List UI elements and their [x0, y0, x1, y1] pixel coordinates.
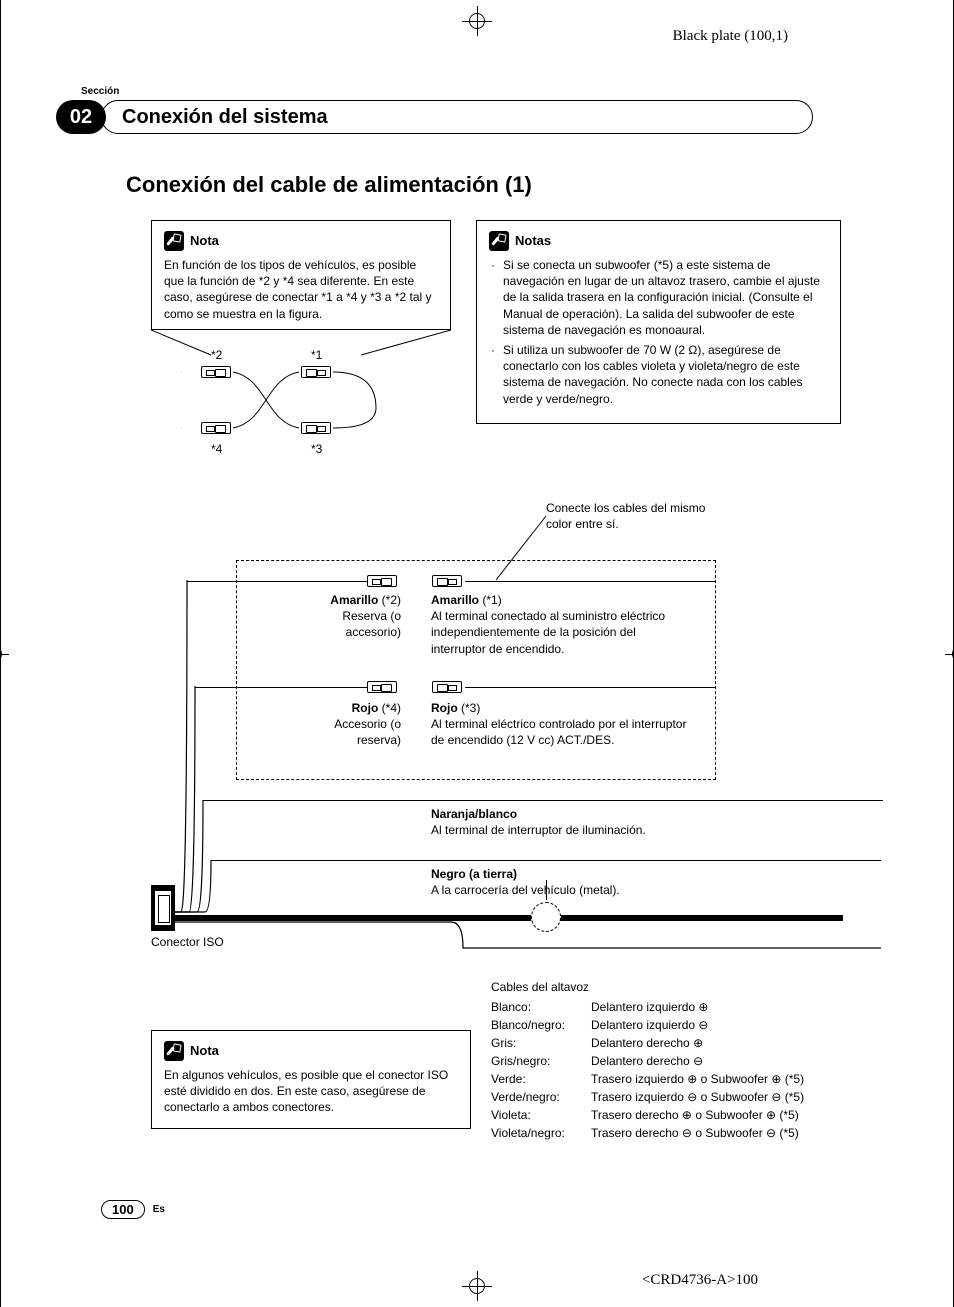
- wire-amarillo1: Amarillo (*1) Al terminal conectado al s…: [431, 592, 691, 657]
- note1-title: Nota: [190, 232, 219, 250]
- table-row: Violeta:Trasero derecho ⊕ o Subwoofer ⊕ …: [491, 1106, 891, 1124]
- note3-title: Nota: [190, 1042, 219, 1060]
- wire-rojo3: Rojo (*3) Al terminal eléctrico controla…: [431, 700, 691, 749]
- section-label: Sección: [81, 86, 119, 97]
- wiring-diagram: Amarillo (*2) Reserva (o accesorio) Amar…: [151, 560, 843, 975]
- note2-title: Notas: [515, 232, 551, 250]
- connector-icon: [367, 575, 397, 587]
- page-lang: Es: [153, 1204, 165, 1215]
- content-area: Black plate (100,1) Sección 02 Conexión …: [56, 0, 898, 1307]
- crop-left: [0, 639, 9, 669]
- page-number-value: 100: [101, 1200, 145, 1219]
- cable-tie-icon: [531, 902, 561, 932]
- pencil-icon: [164, 231, 184, 251]
- section-title: Conexión del sistema: [101, 100, 813, 134]
- table-row: Verde:Trasero izquierdo ⊕ o Subwoofer ⊕ …: [491, 1070, 891, 1088]
- page-number: 100 Es: [101, 1200, 165, 1219]
- note-box-3: Nota En algunos vehículos, es posible qu…: [151, 1030, 471, 1129]
- iso-connector-icon: [151, 885, 175, 931]
- connector-icon: [367, 681, 397, 693]
- tie-pointer-icon: [546, 880, 547, 900]
- table-row: Gris/negro:Delantero derecho ⊖: [491, 1052, 891, 1070]
- speaker-head: Cables del altavoz: [491, 978, 891, 996]
- footer-code: <CRD4736-A>100: [642, 1272, 758, 1289]
- table-row: Blanco/negro:Delantero izquierdo ⊖: [491, 1016, 891, 1034]
- callout-line-icon: [151, 330, 451, 360]
- speaker-curve-icon: [151, 912, 891, 982]
- note2-item-1: Si utiliza un subwoofer de 70 W (2 Ω), a…: [497, 342, 828, 407]
- table-row: Verde/negro:Trasero izquierdo ⊖ o Subwoo…: [491, 1088, 891, 1106]
- section-number: 02: [56, 100, 106, 134]
- note2-item-0: Si se conecta un subwoofer (*5) a este s…: [497, 257, 828, 338]
- pencil-icon: [489, 231, 509, 251]
- cross-diagram: *2 *1 *4 *3: [181, 350, 411, 460]
- section-header: 02 Conexión del sistema: [56, 100, 813, 134]
- page: Black plate (100,1) Sección 02 Conexión …: [0, 0, 954, 1307]
- pencil-icon: [164, 1041, 184, 1061]
- wire-naranja: Naranja/blanco Al terminal de interrupto…: [431, 806, 651, 838]
- table-row: Blanco:Delantero izquierdo ⊕: [491, 998, 891, 1016]
- ground-bar: [161, 915, 843, 921]
- same-color-note: Conecte los cables del mismo color entre…: [546, 500, 716, 532]
- wire-amarillo2: Amarillo (*2) Reserva (o accesorio): [321, 592, 401, 641]
- connector-icon: [432, 681, 462, 693]
- wire-rojo4: Rojo (*4) Accesorio (o reserva): [321, 700, 401, 749]
- page-title: Conexión del cable de alimentación (1): [126, 172, 532, 198]
- connector-icon: [432, 575, 462, 587]
- table-row: Gris:Delantero derecho ⊕: [491, 1034, 891, 1052]
- section-title-text: Conexión del sistema: [122, 106, 328, 129]
- note-box-1: Nota En función de los tipos de vehículo…: [151, 220, 451, 330]
- note-box-2: Notas Si se conecta un subwoofer (*5) a …: [476, 220, 841, 424]
- wire-negro: Negro (a tierra) A la carrocería del veh…: [431, 866, 651, 898]
- iso-connector-label: Conector ISO: [151, 935, 224, 949]
- note1-body: En función de los tipos de vehículos, es…: [164, 257, 438, 322]
- crop-right: [945, 639, 954, 669]
- cross-lines-icon: [181, 350, 411, 460]
- speaker-cable-list: Cables del altavoz Blanco:Delantero izqu…: [491, 978, 891, 1142]
- note3-body: En algunos vehículos, es posible que el …: [164, 1067, 458, 1116]
- table-row: Violeta/negro:Trasero derecho ⊖ o Subwoo…: [491, 1124, 891, 1142]
- plate-info: Black plate (100,1): [673, 28, 788, 45]
